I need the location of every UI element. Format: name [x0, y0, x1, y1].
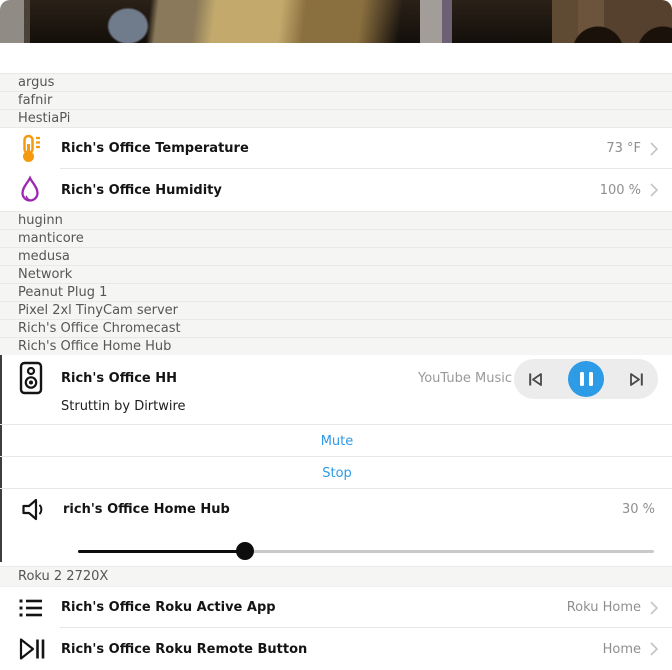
- entity-row-roku-remote-button[interactable]: Rich's Office Roku Remote Button Home: [0, 628, 672, 670]
- group-label: Rich's Office Home Hub: [18, 340, 171, 353]
- volume-value: 30 %: [622, 502, 655, 517]
- skip-next-button[interactable]: [628, 371, 645, 388]
- play-pause-icon: [18, 636, 50, 662]
- group-row-medusa[interactable]: medusa: [0, 247, 672, 265]
- group-label: manticore: [18, 232, 84, 245]
- pause-button[interactable]: [568, 361, 604, 397]
- volume-label: rich's Office Home Hub: [63, 502, 622, 517]
- speaker-icon: [18, 361, 50, 395]
- entity-row-roku-active-app[interactable]: Rich's Office Roku Active App Roku Home: [0, 586, 672, 628]
- entity-value: 100 %: [600, 183, 641, 198]
- thermometer-icon: [18, 134, 50, 164]
- group-label: Pixel 2xl TinyCam server: [18, 304, 178, 317]
- group-row-manticore[interactable]: manticore: [0, 229, 672, 247]
- group-row-richs-office-chromecast[interactable]: Rich's Office Chromecast: [0, 319, 672, 337]
- entity-value: Home: [603, 642, 641, 657]
- entity-label: Rich's Office Roku Active App: [61, 600, 567, 615]
- stop-label: Stop: [322, 466, 352, 481]
- volume-icon: [20, 496, 52, 523]
- group-label: argus: [18, 76, 54, 89]
- group-row-hestiapi[interactable]: HestiaPi: [0, 109, 672, 127]
- entity-row-temperature[interactable]: Rich's Office Temperature 73 °F: [0, 127, 672, 169]
- group-label: Network: [18, 268, 72, 281]
- group-label: HestiaPi: [18, 112, 70, 125]
- group-row-fafnir[interactable]: fafnir: [0, 91, 672, 109]
- entity-label: Rich's Office Temperature: [61, 141, 606, 156]
- media-controls: [514, 359, 658, 399]
- group-row-richs-office-home-hub[interactable]: Rich's Office Home Hub: [0, 337, 672, 355]
- group-label: huginn: [18, 214, 63, 227]
- volume-slider-fill: [78, 550, 245, 553]
- media-player-row[interactable]: Rich's Office HH YouTube Music: [2, 355, 672, 425]
- list-bulleted-icon: [18, 597, 50, 619]
- volume-slider[interactable]: [78, 542, 654, 560]
- media-app-name: YouTube Music: [418, 371, 512, 386]
- group-label: Peanut Plug 1: [18, 286, 107, 299]
- group-label: Roku 2 2720X: [18, 570, 108, 583]
- chevron-right-icon: [650, 183, 658, 197]
- mute-button[interactable]: Mute: [2, 425, 672, 457]
- entity-label: Rich's Office Humidity: [61, 183, 600, 198]
- entity-value: 73 °F: [606, 141, 641, 156]
- mute-label: Mute: [321, 434, 354, 449]
- chevron-right-icon: [650, 642, 658, 656]
- volume-row: rich's Office Home Hub 30 %: [2, 489, 672, 562]
- entity-value: Roku Home: [567, 600, 641, 615]
- entity-label: Rich's Office Roku Remote Button: [61, 642, 603, 657]
- group-row-peanut-plug-1[interactable]: Peanut Plug 1: [0, 283, 672, 301]
- group-row-roku-2-2720x[interactable]: Roku 2 2720X: [0, 566, 672, 586]
- group-row-network[interactable]: Network: [0, 265, 672, 283]
- group-row-huginn[interactable]: huginn: [0, 211, 672, 229]
- volume-slider-thumb[interactable]: [236, 542, 254, 560]
- group-label: medusa: [18, 250, 70, 263]
- header-banner-image: [0, 0, 672, 43]
- device-list-page: argus fafnir HestiaPi Rich's Office Temp…: [0, 0, 672, 670]
- media-track-title: Struttin by Dirtwire: [18, 399, 672, 414]
- chevron-right-icon: [650, 142, 658, 156]
- stop-button[interactable]: Stop: [2, 457, 672, 489]
- entity-row-humidity[interactable]: Rich's Office Humidity 100 %: [0, 169, 672, 211]
- group-row-argus[interactable]: argus: [0, 73, 672, 91]
- group-label: fafnir: [18, 94, 52, 107]
- media-player-name: Rich's Office HH: [61, 371, 418, 386]
- banner-spacer: [0, 43, 672, 73]
- chevron-right-icon: [650, 601, 658, 615]
- group-label: Rich's Office Chromecast: [18, 322, 181, 335]
- media-player-section: Rich's Office HH YouTube Music: [0, 355, 672, 562]
- group-row-pixel-2xl-tinycam-server[interactable]: Pixel 2xl TinyCam server: [0, 301, 672, 319]
- skip-previous-button[interactable]: [527, 371, 544, 388]
- water-drop-icon: [18, 175, 50, 205]
